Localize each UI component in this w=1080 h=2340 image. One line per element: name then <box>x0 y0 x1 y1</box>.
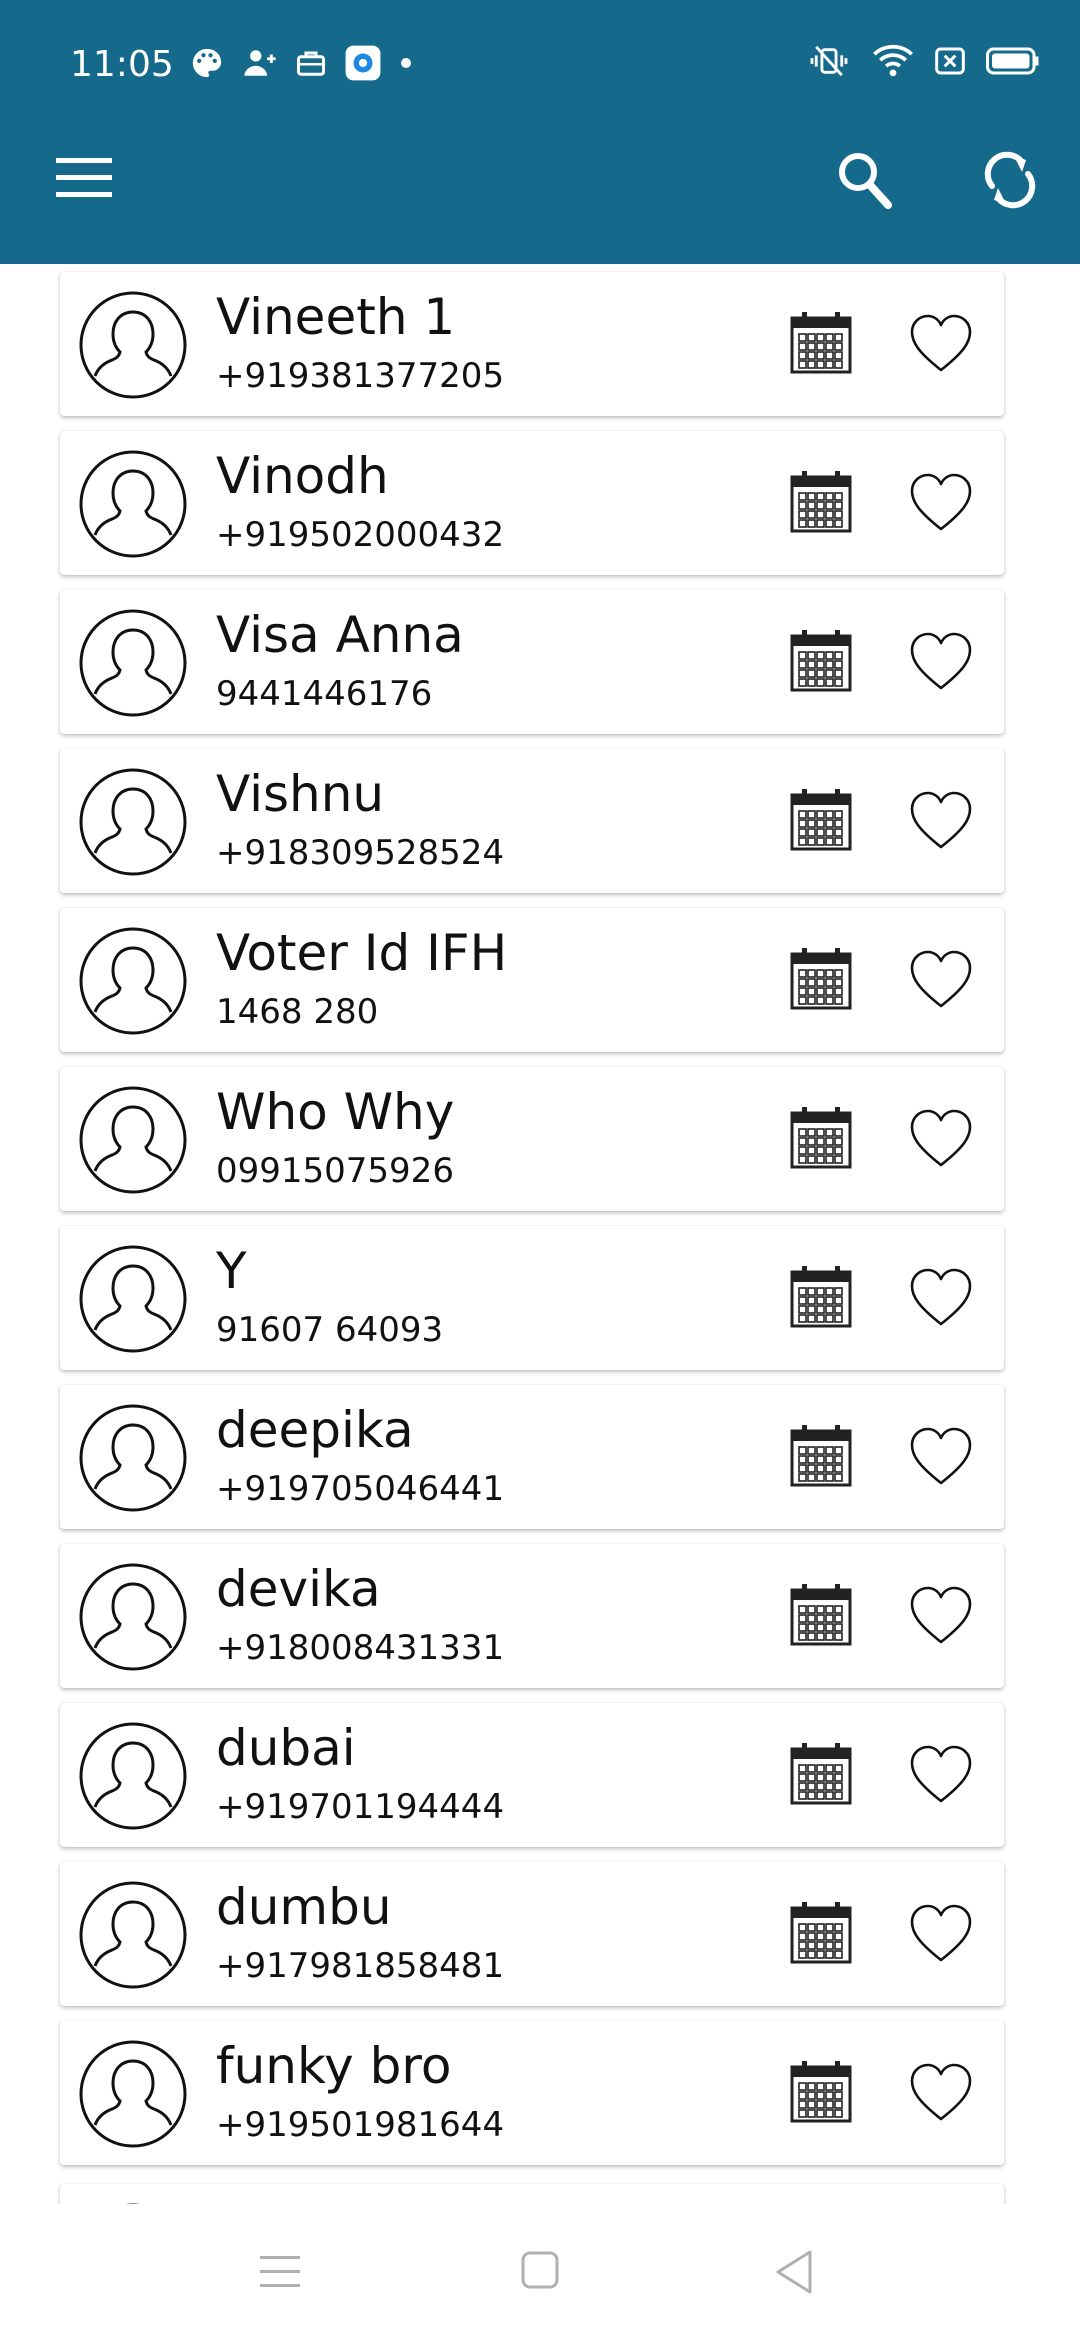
contact-phone: +919502000432 <box>216 515 505 555</box>
more-notifications-dot-icon <box>401 58 411 68</box>
contact-card[interactable]: Vishnu +918309528524 <box>60 749 1004 893</box>
contact-card[interactable]: Y 91607 64093 <box>60 1226 1004 1370</box>
status-system-icons <box>806 44 1040 78</box>
favorite-heart-icon[interactable] <box>908 1743 974 1805</box>
contact-avatar-icon <box>79 450 187 558</box>
contact-phone: +919381377205 <box>216 356 505 396</box>
contact-card[interactable]: devika +918008431331 <box>60 1544 1004 1688</box>
contact-card[interactable]: Vineeth 1 +919381377205 <box>60 272 1004 416</box>
contact-phone: 9441446176 <box>216 674 433 714</box>
calendar-icon[interactable] <box>788 1741 854 1807</box>
favorite-heart-icon[interactable] <box>908 2061 974 2123</box>
contact-name: Y <box>216 1242 247 1300</box>
contact-name: Voter Id IFH <box>216 924 508 982</box>
palette-icon <box>192 48 222 78</box>
contact-card[interactable]: funky bro +919501981644 <box>60 2021 1004 2165</box>
contact-avatar-icon <box>79 1881 187 1989</box>
favorite-heart-icon[interactable] <box>908 948 974 1010</box>
favorite-heart-icon[interactable] <box>908 1584 974 1646</box>
contact-phone: +918309528524 <box>216 833 505 873</box>
favorite-heart-icon[interactable] <box>908 1107 974 1169</box>
calendar-icon[interactable] <box>788 946 854 1012</box>
calendar-icon[interactable] <box>788 1264 854 1330</box>
contact-card[interactable]: Who Why 09915075926 <box>60 1067 1004 1211</box>
menu-button[interactable] <box>56 158 112 198</box>
contact-name: devika <box>216 1560 381 1618</box>
calendar-icon[interactable] <box>788 469 854 535</box>
favorite-heart-icon[interactable] <box>908 1425 974 1487</box>
contact-avatar-icon <box>79 609 187 717</box>
contact-card[interactable]: dumbu +917981858481 <box>60 1862 1004 2006</box>
calendar-icon[interactable] <box>788 787 854 853</box>
contact-name: Vineeth 1 <box>216 288 456 346</box>
favorite-heart-icon[interactable] <box>908 630 974 692</box>
contact-avatar-icon <box>79 1086 187 1194</box>
contact-phone: +918008431331 <box>216 1628 505 1668</box>
no-sim-icon <box>935 47 965 75</box>
calendar-icon[interactable] <box>788 1582 854 1648</box>
contact-phone: +919701194444 <box>216 1787 505 1827</box>
contact-phone: 1468 280 <box>216 992 379 1032</box>
calendar-icon[interactable] <box>788 310 854 376</box>
contact-name: Who Why <box>216 1083 455 1141</box>
contact-card[interactable]: deepika +919705046441 <box>60 1385 1004 1529</box>
add-person-icon <box>244 50 276 76</box>
contact-name: funky bro <box>216 2037 452 2095</box>
contact-list[interactable]: Vineeth 1 +919381377205 Vinodh +91950200043… <box>0 264 1080 2204</box>
sync-icon <box>984 151 1036 209</box>
home-icon[interactable] <box>520 2250 560 2290</box>
contact-avatar-icon <box>79 291 187 399</box>
contact-card-partial[interactable] <box>60 2184 1004 2204</box>
app-notification-icon <box>345 45 381 81</box>
contact-avatar-icon <box>79 768 187 876</box>
contact-phone: +919705046441 <box>216 1469 505 1509</box>
contact-phone: 91607 64093 <box>216 1310 444 1350</box>
calendar-icon[interactable] <box>788 628 854 694</box>
favorite-heart-icon[interactable] <box>908 471 974 533</box>
calendar-icon[interactable] <box>788 1105 854 1171</box>
contact-name: dubai <box>216 1719 356 1777</box>
contact-card[interactable]: dubai +919701194444 <box>60 1703 1004 1847</box>
status-time: 11:05 <box>70 44 174 85</box>
contact-name: dumbu <box>216 1878 392 1936</box>
wifi-icon <box>873 44 913 77</box>
recents-icon[interactable] <box>258 2252 302 2292</box>
contact-name: Vinodh <box>216 447 389 505</box>
contact-avatar-icon <box>79 927 187 1035</box>
contact-avatar-icon <box>79 2040 187 2148</box>
back-icon[interactable] <box>772 2248 816 2296</box>
contact-avatar-icon <box>79 1404 187 1512</box>
contact-name: Vishnu <box>216 765 385 823</box>
contact-avatar-icon <box>79 1563 187 1671</box>
contact-name: deepika <box>216 1401 414 1459</box>
app-bar: 11:05 <box>0 0 1080 264</box>
menu-icon <box>56 158 112 197</box>
search-icon <box>839 153 892 209</box>
contact-avatar-icon <box>79 1722 187 1830</box>
contact-phone: +917981858481 <box>216 1946 505 1986</box>
sync-button[interactable] <box>980 148 1040 212</box>
contact-phone: +919501981644 <box>216 2105 505 2145</box>
search-button[interactable] <box>836 150 892 210</box>
vibrate-off-icon <box>810 45 848 77</box>
contact-card[interactable]: Voter Id IFH 1468 280 <box>60 908 1004 1052</box>
contact-card[interactable]: Vinodh +919502000432 <box>60 431 1004 575</box>
contact-avatar-icon <box>79 1245 187 1353</box>
favorite-heart-icon[interactable] <box>908 1266 974 1328</box>
status-notification-icons <box>190 44 412 82</box>
favorite-heart-icon[interactable] <box>908 312 974 374</box>
contact-name: Visa Anna <box>216 606 464 664</box>
briefcase-icon <box>297 51 325 76</box>
favorite-heart-icon[interactable] <box>908 789 974 851</box>
calendar-icon[interactable] <box>788 1900 854 1966</box>
calendar-icon[interactable] <box>788 1423 854 1489</box>
contact-phone: 09915075926 <box>216 1151 454 1191</box>
battery-icon <box>986 47 1039 75</box>
favorite-heart-icon[interactable] <box>908 1902 974 1964</box>
calendar-icon[interactable] <box>788 2059 854 2125</box>
contact-card[interactable]: Visa Anna 9441446176 <box>60 590 1004 734</box>
